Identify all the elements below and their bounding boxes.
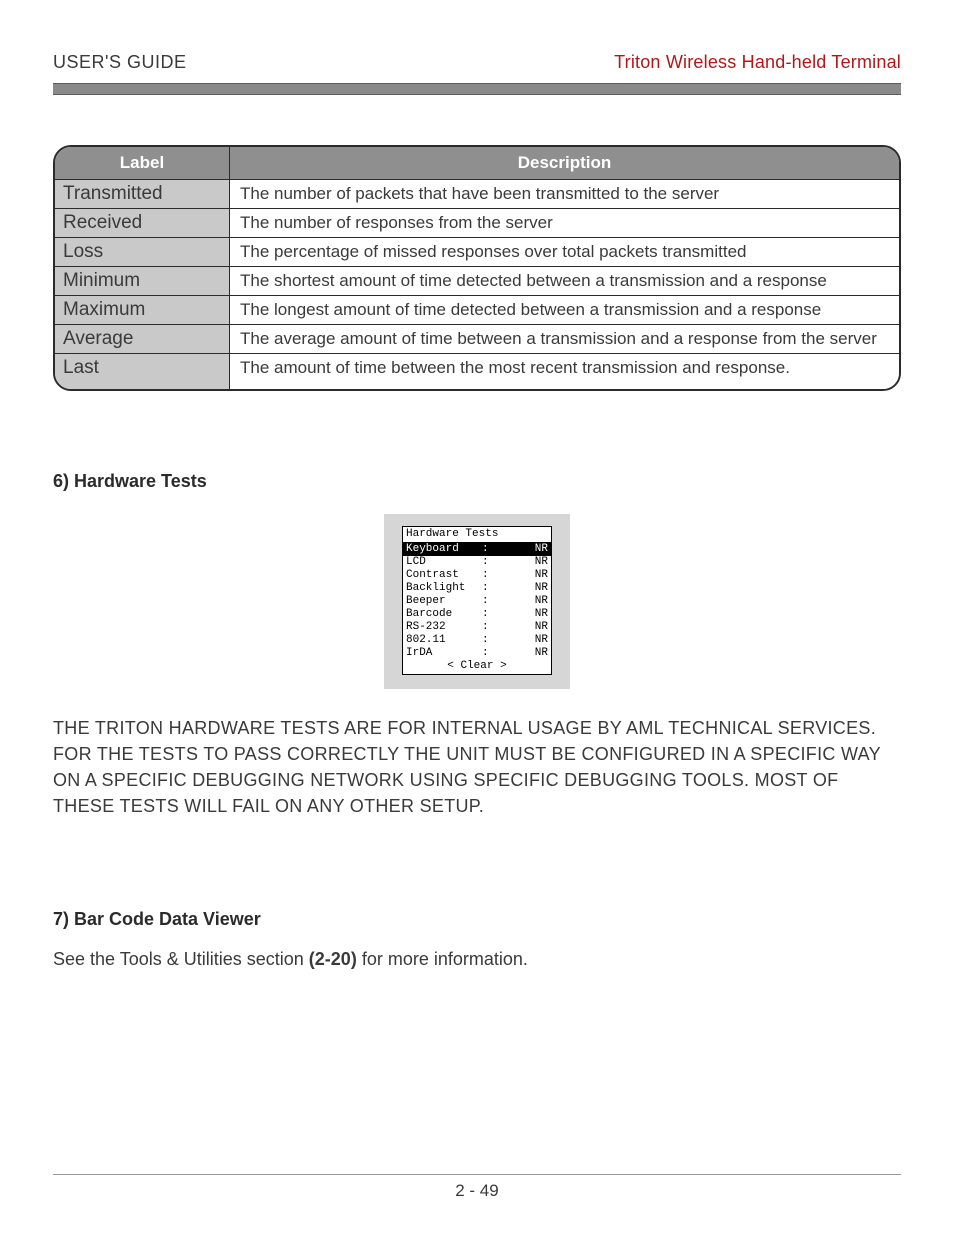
device-row-name: 802.11 [406,634,482,647]
table-row: Average The average amount of time betwe… [55,325,899,354]
device-row-name: Contrast [406,569,482,582]
col-header-description: Description [230,147,900,180]
section-7-paragraph: See the Tools & Utilities section (2-20)… [53,946,901,972]
device-window: Hardware Tests Keyboard :NR LCD :NR Cont… [402,526,552,675]
page-footer: 2 - 49 [53,1174,901,1201]
device-row-backlight: Backlight:NR [403,582,551,595]
description-table: Label Description Transmitted The number… [55,147,899,389]
header-left: USER'S GUIDE [53,52,186,73]
cell-label: Maximum [55,296,230,325]
device-clear-button: < Clear > [403,660,551,673]
table-header-row: Label Description [55,147,899,180]
device-row-keyboard: Keyboard :NR [403,543,551,556]
device-row-value: NR [489,647,548,660]
section-6-heading: 6) Hardware Tests [53,471,901,492]
page: USER'S GUIDE Triton Wireless Hand-held T… [0,0,954,1235]
device-row-value: NR [489,569,548,582]
header-row: USER'S GUIDE Triton Wireless Hand-held T… [53,52,901,73]
device-title: Hardware Tests [403,527,551,543]
device-row-sep: : [482,543,489,556]
cell-label: Loss [55,238,230,267]
cell-description: The number of packets that have been tra… [230,180,900,209]
device-row-name: IrDA [406,647,482,660]
device-row-lcd: LCD :NR [403,556,551,569]
device-row-value: NR [489,582,548,595]
device-row-rs232: RS-232 :NR [403,621,551,634]
device-row-irda: IrDA :NR [403,647,551,660]
device-row-sep: : [482,569,489,582]
device-row-beeper: Beeper :NR [403,595,551,608]
section-7-text-post: for more information. [357,949,528,969]
description-table-wrap: Label Description Transmitted The number… [53,145,901,391]
cell-description: The longest amount of time detected betw… [230,296,900,325]
content: Label Description Transmitted The number… [0,95,954,972]
device-row-name: LCD [406,556,482,569]
table-row: Maximum The longest amount of time detec… [55,296,899,325]
device-row-sep: : [482,556,489,569]
device-row-name: Backlight [406,582,482,595]
section-7-reference: (2-20) [309,949,357,969]
page-header: USER'S GUIDE Triton Wireless Hand-held T… [0,0,954,95]
table-row: Transmitted The number of packets that h… [55,180,899,209]
device-row-value: NR [489,621,548,634]
device-row-sep: : [482,647,489,660]
device-row-barcode: Barcode :NR [403,608,551,621]
device-row-sep: : [482,608,489,621]
col-header-label: Label [55,147,230,180]
cell-label: Received [55,209,230,238]
section-7-heading: 7) Bar Code Data Viewer [53,909,901,930]
cell-label: Minimum [55,267,230,296]
table-row: Received The number of responses from th… [55,209,899,238]
device-row-value: NR [489,543,548,556]
table-row: Minimum The shortest amount of time dete… [55,267,899,296]
page-number: 2 - 49 [455,1181,498,1200]
device-screen: Hardware Tests Keyboard :NR LCD :NR Cont… [384,514,570,689]
cell-description: The shortest amount of time detected bet… [230,267,900,296]
device-row-value: NR [489,634,548,647]
device-row-name: Keyboard [406,543,482,556]
section-7-text-pre: See the Tools & Utilities section [53,949,309,969]
cell-label: Transmitted [55,180,230,209]
table-row: Loss The percentage of missed responses … [55,238,899,267]
header-right: Triton Wireless Hand-held Terminal [614,52,901,73]
device-row-sep: : [482,634,489,647]
cell-description: The amount of time between the most rece… [230,354,900,390]
device-row-name: Barcode [406,608,482,621]
device-row-name: Beeper [406,595,482,608]
cell-label: Last [55,354,230,390]
header-rule [53,83,901,95]
cell-description: The average amount of time between a tra… [230,325,900,354]
cell-description: The number of responses from the server [230,209,900,238]
device-row-80211: 802.11 :NR [403,634,551,647]
device-row-value: NR [489,556,548,569]
device-row-sep: : [482,595,489,608]
device-row-sep: : [482,582,489,595]
device-row-value: NR [489,608,548,621]
section-6-paragraph: THE TRITON HARDWARE TESTS ARE FOR INTERN… [53,715,901,819]
hardware-tests-screenshot: Hardware Tests Keyboard :NR LCD :NR Cont… [53,514,901,689]
device-row-sep: : [482,621,489,634]
cell-description: The percentage of missed responses over … [230,238,900,267]
device-row-contrast: Contrast :NR [403,569,551,582]
device-row-value: NR [489,595,548,608]
table-row: Last The amount of time between the most… [55,354,899,390]
cell-label: Average [55,325,230,354]
device-body: Keyboard :NR LCD :NR Contrast :NR Backli… [403,543,551,674]
device-row-name: RS-232 [406,621,482,634]
